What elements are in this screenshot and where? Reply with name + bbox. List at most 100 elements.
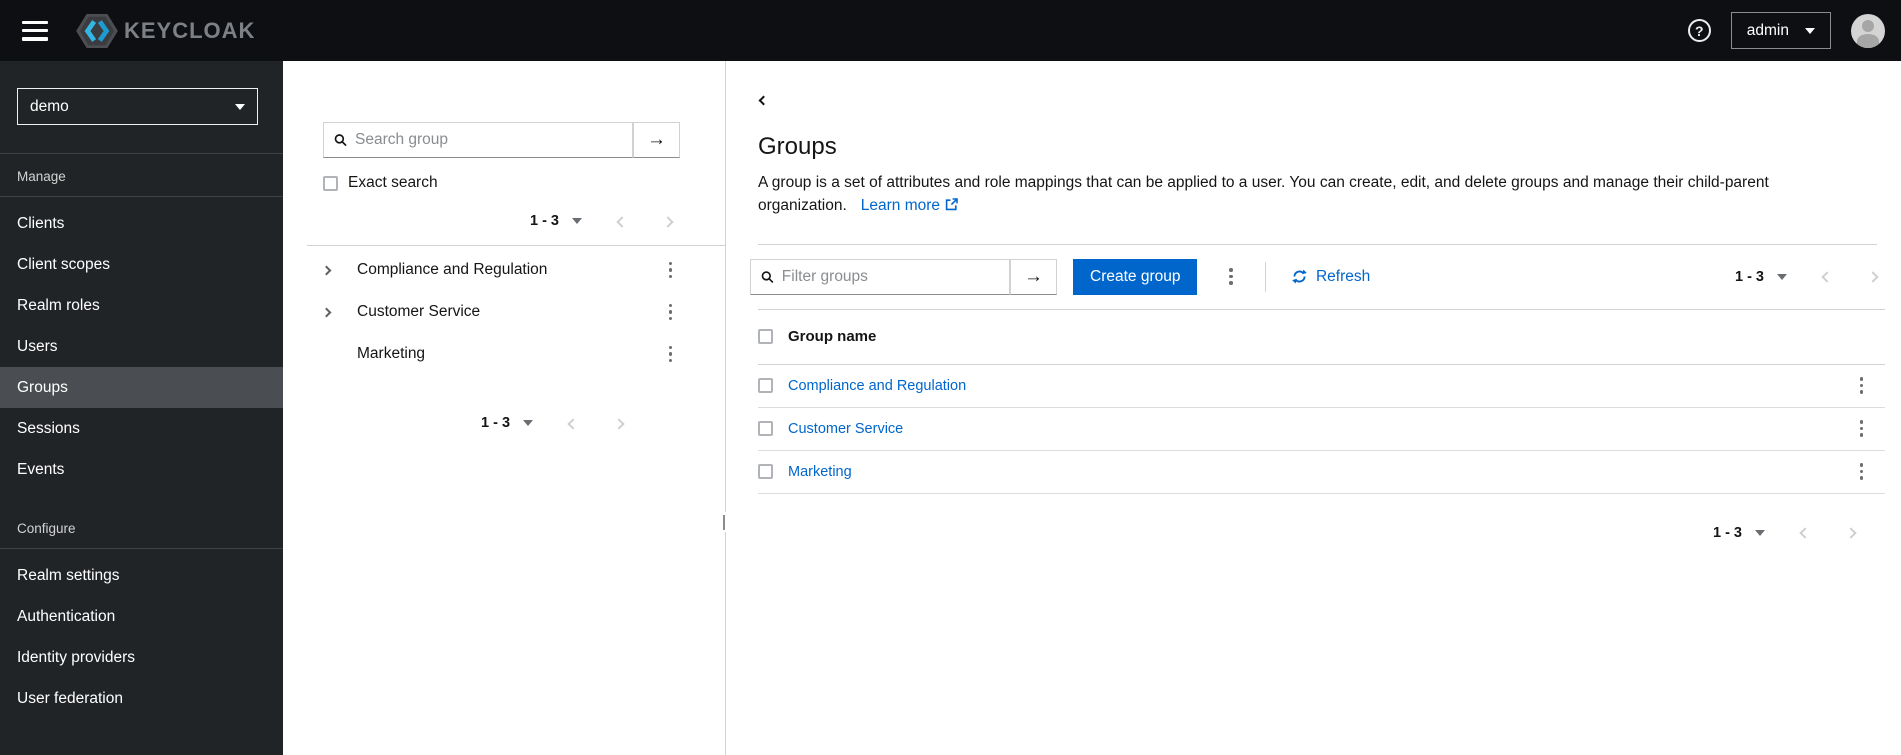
search-icon [334,134,347,147]
group-search-submit-button[interactable]: → [633,122,680,158]
toolbar-divider [1264,261,1266,292]
avatar-body [1857,33,1879,48]
pagination-range-toggle[interactable]: 1 - 3 [475,411,539,435]
exact-search-option: Exact search [323,174,680,192]
pagination-next-button[interactable] [607,412,631,435]
exact-search-checkbox[interactable] [323,175,338,191]
pagination-range: 1 - 3 [529,213,559,229]
kebab-menu-icon[interactable] [661,256,681,284]
groups-table: Group name Compliance and Regulation Cus… [758,308,1885,494]
sidebar-item-users[interactable]: Users [0,326,283,367]
group-tree: Compliance and Regulation Customer Servi… [321,249,681,375]
filter-groups-box [750,258,1010,295]
sidebar-item-clients[interactable]: Clients [0,203,283,244]
sidebar-item-realm-settings[interactable]: Realm settings [0,555,283,596]
table-row: Marketing [758,451,1885,494]
sidebar: demo Manage Clients Client scopes Realm … [0,61,283,755]
keycloak-logo-icon [76,13,118,48]
tree-item: Customer Service [321,291,681,333]
sidebar-section-manage: Manage [17,169,66,184]
chevron-down-icon [1805,27,1815,34]
row-kebab-menu-icon[interactable] [1852,457,1872,485]
user-menu-label: admin [1746,21,1789,39]
group-link[interactable]: Customer Service [788,421,903,437]
chevron-down-icon [1755,529,1765,536]
pagination-prev-button[interactable] [561,412,585,435]
pagination-prev-button[interactable] [1793,521,1817,544]
avatar-head [1862,19,1874,32]
pagination-range-toggle[interactable]: 1 - 3 [524,209,588,233]
sidebar-item-events[interactable]: Events [0,449,283,490]
pagination-prev-button[interactable] [610,210,634,233]
chevron-down-icon [1777,273,1787,280]
page-title: Groups [758,133,837,160]
refresh-label: Refresh [1315,267,1371,285]
filter-groups-submit-button[interactable]: → [1010,258,1057,295]
pagination-range: 1 - 3 [481,415,511,431]
row-kebab-menu-icon[interactable] [1852,414,1872,442]
tree-item: Marketing [323,333,680,375]
tree-item-label[interactable]: Customer Service [357,303,480,321]
pagination-next-button[interactable] [1861,265,1885,288]
expand-toggle-icon[interactable] [321,265,341,275]
exact-search-label: Exact search [348,174,438,191]
filter-groups-input[interactable] [781,267,999,286]
chevron-left-icon [1821,271,1833,283]
tree-item-label[interactable]: Marketing [357,345,425,363]
sidebar-item-sessions[interactable]: Sessions [0,408,283,449]
page-description: A group is a set of attributes and role … [758,174,1769,215]
sidebar-item-user-federation[interactable]: User federation [0,678,283,719]
row-checkbox[interactable] [758,464,773,479]
tree-pagination-bottom: 1 - 3 [475,411,631,435]
group-link[interactable]: Compliance and Regulation [788,378,966,394]
avatar[interactable] [1851,13,1885,48]
row-checkbox[interactable] [758,378,773,393]
pagination-range: 1 - 3 [1734,268,1764,285]
user-menu-dropdown[interactable]: admin [1730,12,1831,49]
pagination-range-toggle[interactable]: 1 - 3 [1729,265,1793,289]
table-row: Customer Service [758,408,1885,451]
toolbar-kebab-menu-icon[interactable] [1221,262,1241,290]
sidebar-item-identity-providers[interactable]: Identity providers [0,637,283,678]
keycloak-logo[interactable]: KEYCLOAK [76,13,255,49]
refresh-icon [1292,269,1307,284]
kebab-menu-icon[interactable] [661,298,681,326]
expand-toggle-icon[interactable] [321,307,341,317]
chevron-left-icon [616,215,628,228]
table-pagination-bottom: 1 - 3 [750,521,1863,545]
tree-item-label[interactable]: Compliance and Regulation [357,261,547,279]
help-icon[interactable]: ? [1687,19,1711,42]
sidebar-item-groups[interactable]: Groups [0,367,283,408]
create-group-button[interactable]: Create group [1073,258,1198,295]
pagination-next-button[interactable] [656,210,680,233]
row-checkbox[interactable] [758,421,773,436]
sidebar-item-realm-roles[interactable]: Realm roles [0,285,283,326]
chevron-left-icon [567,417,579,430]
group-link[interactable]: Marketing [788,464,852,480]
collapse-tree-button[interactable] [754,88,773,111]
pagination-next-button[interactable] [1839,521,1863,544]
row-kebab-menu-icon[interactable] [1852,371,1872,399]
refresh-button[interactable]: Refresh [1290,264,1372,290]
tree-pagination-top: 1 - 3 [323,209,680,233]
search-icon [761,270,774,283]
chevron-left-icon [758,95,769,106]
chevron-down-icon [523,420,534,426]
table-row: Compliance and Regulation [758,365,1885,408]
pagination-range-toggle[interactable]: 1 - 3 [1707,521,1771,545]
chevron-right-icon [1845,527,1857,539]
sidebar-item-authentication[interactable]: Authentication [0,596,283,637]
hamburger-menu-icon[interactable] [22,20,48,41]
tree-divider [307,245,725,246]
group-search-input[interactable] [354,131,622,149]
realm-selector[interactable]: demo [17,88,258,125]
sidebar-section-configure: Configure [17,521,76,536]
brand-text: KEYCLOAK [124,17,256,43]
arrow-right-icon: → [647,129,666,150]
kebab-menu-icon[interactable] [661,340,681,368]
learn-more-link[interactable]: Learn more [861,197,958,214]
tree-item: Compliance and Regulation [321,249,681,291]
pagination-prev-button[interactable] [1815,265,1839,288]
sidebar-item-client-scopes[interactable]: Client scopes [0,244,283,285]
select-all-checkbox[interactable] [758,329,773,344]
